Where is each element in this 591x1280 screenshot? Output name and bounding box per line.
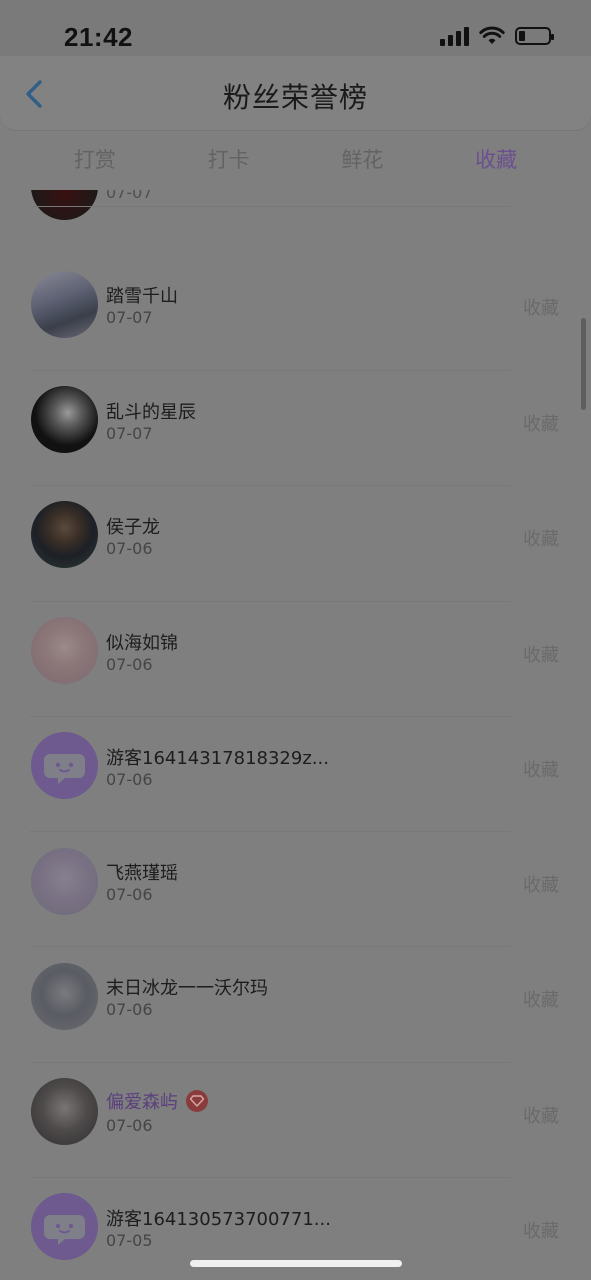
item-action[interactable]: 收藏 (523, 871, 559, 897)
tab-checkin[interactable]: 打卡 (198, 138, 260, 184)
item-action[interactable]: 收藏 (523, 1217, 559, 1243)
list-item[interactable]: 侯子龙 07-06 收藏 (0, 485, 591, 600)
vip-badge (186, 1090, 208, 1112)
avatar (31, 501, 98, 568)
wifi-icon (479, 26, 505, 44)
status-bar: 21:42 (0, 0, 591, 56)
fan-list: 07-07 踏雪千山 07-07 收藏 乱斗的星辰 07-07 收藏 侯子龙 0… (0, 190, 591, 1280)
list-item[interactable]: 乱斗的星辰 07-07 收藏 (0, 370, 591, 485)
item-action[interactable]: 收藏 (523, 986, 559, 1012)
avatar (31, 386, 98, 453)
tab-bar: 打赏 打卡 鲜花 收藏 (0, 138, 591, 184)
item-date: 07-06 (106, 1116, 153, 1135)
item-action[interactable]: 收藏 (523, 641, 559, 667)
tab-tip[interactable]: 打赏 (64, 138, 126, 184)
item-name: 游客164130573700771... (106, 1209, 331, 1230)
item-action[interactable]: 收藏 (523, 756, 559, 782)
tab-flowers[interactable]: 鲜花 (331, 138, 393, 184)
avatar (31, 617, 98, 684)
item-date: 07-06 (106, 885, 153, 904)
nav-bar: 粉丝荣誉榜 (0, 56, 591, 130)
item-name: 游客16414317818329z... (106, 748, 329, 769)
battery-icon (515, 27, 554, 45)
list-item[interactable]: 踏雪千山 07-07 收藏 (0, 254, 591, 369)
avatar (31, 963, 98, 1030)
item-name: 似海如锦 (106, 633, 178, 654)
item-date: 07-07 (106, 308, 153, 327)
list-item[interactable]: 末日冰龙一一沃尔玛 07-06 收藏 (0, 946, 591, 1061)
item-date: 07-06 (106, 539, 153, 558)
item-name: 末日冰龙一一沃尔玛 (106, 978, 268, 999)
list-item[interactable]: 07-07 (0, 190, 591, 220)
item-action[interactable]: 收藏 (523, 1102, 559, 1128)
list-item[interactable]: 偏爱森屿 07-06 收藏 (0, 1062, 591, 1177)
home-indicator (190, 1260, 402, 1267)
diamond-icon (190, 1095, 204, 1107)
item-name: 乱斗的星辰 (106, 402, 196, 423)
item-date: 07-07 (106, 424, 153, 443)
tab-favorites[interactable]: 收藏 (465, 138, 527, 184)
chat-bubble-icon (44, 754, 85, 784)
item-name: 偏爱森屿 (106, 1088, 208, 1114)
item-date: 07-06 (106, 770, 153, 789)
page-title: 粉丝荣誉榜 (222, 81, 368, 114)
item-date: 07-05 (106, 1231, 153, 1250)
list-item[interactable]: 似海如锦 07-06 收藏 (0, 601, 591, 716)
scrollbar[interactable] (581, 318, 586, 410)
signal-icon (440, 26, 469, 46)
item-name: 侯子龙 (106, 517, 160, 538)
item-name: 踏雪千山 (106, 286, 178, 307)
avatar (31, 1193, 98, 1260)
list-item[interactable]: 游客16414317818329z... 07-06 收藏 (0, 716, 591, 831)
item-date: 07-06 (106, 1000, 153, 1019)
item-action[interactable]: 收藏 (523, 525, 559, 551)
item-action[interactable]: 收藏 (523, 294, 559, 320)
list-item[interactable]: 飞燕瑾瑶 07-06 收藏 (0, 831, 591, 946)
avatar (31, 190, 98, 220)
divider (30, 206, 511, 207)
item-name-text: 偏爱森屿 (106, 1092, 178, 1113)
item-date: 07-07 (106, 190, 153, 202)
item-action[interactable]: 收藏 (523, 410, 559, 436)
chat-bubble-icon (44, 1215, 85, 1245)
item-name: 飞燕瑾瑶 (106, 863, 178, 884)
avatar (31, 848, 98, 915)
avatar (31, 732, 98, 799)
avatar (31, 1078, 98, 1145)
status-icons (440, 26, 554, 46)
avatar (31, 271, 98, 338)
status-time: 21:42 (64, 22, 133, 52)
item-date: 07-06 (106, 655, 153, 674)
